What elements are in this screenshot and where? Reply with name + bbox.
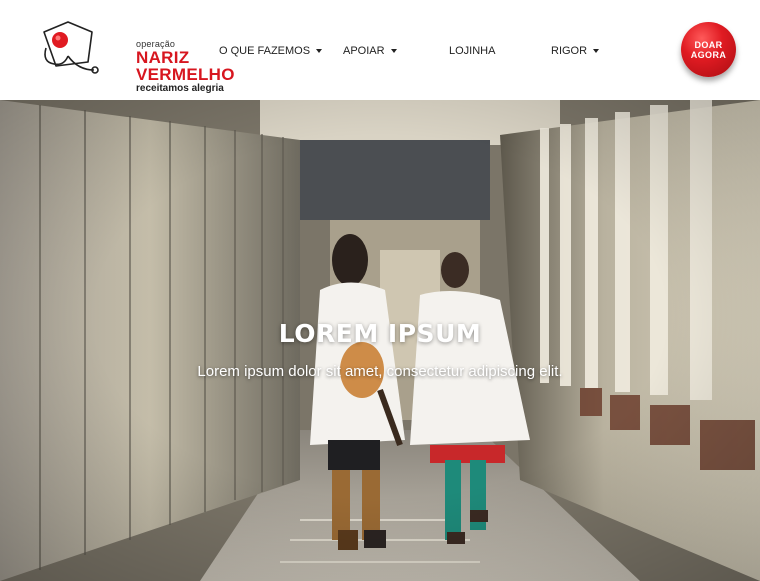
donate-now-button[interactable]: DOAR AGORA <box>681 22 736 77</box>
hero-title: LOREM IPSUM <box>278 319 482 348</box>
nav-item-label: RIGOR <box>551 45 588 57</box>
logo-mark-icon <box>43 21 99 74</box>
nav-item-label: LOJINHA <box>449 45 496 57</box>
nav-item-label: APOIAR <box>343 45 385 57</box>
logo-tagline: receitamos alegria <box>136 83 224 94</box>
site-header: operação NARIZ VERMELHO receitamos alegr… <box>0 0 760 100</box>
nav-item-lojinha[interactable]: LOJINHA <box>449 44 495 58</box>
hero-subtitle: Lorem ipsum dolor sit amet, consectetur … <box>197 363 563 380</box>
donate-label-line-1: DOAR <box>694 39 723 50</box>
nav-item-label: O QUE FAZEMOS <box>219 45 311 57</box>
caret-down-icon <box>390 49 397 53</box>
brand-logo[interactable]: operação NARIZ VERMELHO receitamos alegr… <box>38 18 234 94</box>
nav-item-o-que-fazemos[interactable]: O QUE FAZEMOS <box>219 44 323 58</box>
nav-item-rigor[interactable]: RIGOR <box>551 44 600 58</box>
hero-banner: LOREM IPSUM Lorem ipsum dolor sit amet, … <box>0 100 760 581</box>
logo-line-2: VERMELHO <box>136 65 235 84</box>
donate-label-line-2: AGORA <box>690 49 727 60</box>
nav-item-apoiar[interactable]: APOIAR <box>343 44 397 58</box>
caret-down-icon <box>316 49 323 53</box>
caret-down-icon <box>593 49 600 53</box>
